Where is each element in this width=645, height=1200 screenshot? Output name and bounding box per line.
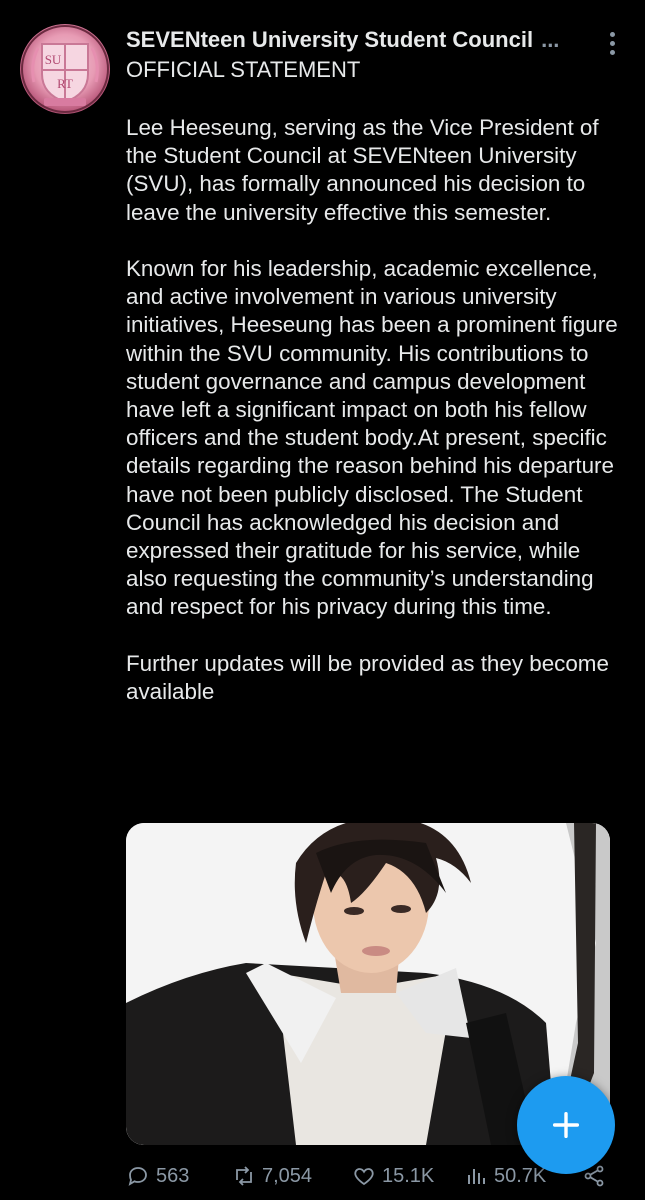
council-crest-logo: SU RT — [21, 25, 109, 113]
view-count: 50.7K — [494, 1164, 547, 1187]
author-name-text[interactable]: SEVENteen University Student Council — [126, 27, 533, 52]
heart-icon — [354, 1168, 374, 1186]
svg-text:SU: SU — [45, 52, 62, 67]
compose-button[interactable] — [517, 1076, 615, 1174]
more-vertical-icon[interactable] — [603, 30, 621, 56]
repost-button[interactable]: 7,054 — [232, 1164, 352, 1188]
author-name[interactable]: SEVENteen University Student Council... — [126, 26, 596, 54]
avatar[interactable]: SU RT — [20, 24, 110, 114]
post-paragraph: Known for his leadership, academic excel… — [126, 256, 618, 620]
plus-icon — [552, 1111, 580, 1139]
reply-icon — [128, 1167, 147, 1186]
reply-button[interactable]: 563 — [126, 1164, 232, 1188]
post-paragraph: Lee Heeseung, serving as the Vice Presid… — [126, 115, 599, 225]
like-button[interactable]: 15.1K — [352, 1164, 464, 1188]
repost-count: 7,054 — [262, 1164, 313, 1187]
post-subtitle: OFFICIAL STATEMENT — [126, 57, 361, 82]
reply-count: 563 — [156, 1164, 190, 1187]
post-body: Lee Heeseung, serving as the Vice Presid… — [126, 114, 626, 734]
like-count: 15.1K — [382, 1164, 435, 1187]
post-header: SEVENteen University Student Council... … — [126, 26, 596, 84]
analytics-icon — [468, 1169, 485, 1184]
repost-icon — [236, 1166, 252, 1186]
svg-text:RT: RT — [57, 76, 73, 91]
post-paragraph: Further updates will be provided as they… — [126, 650, 609, 705]
name-overflow: ... — [541, 27, 560, 52]
